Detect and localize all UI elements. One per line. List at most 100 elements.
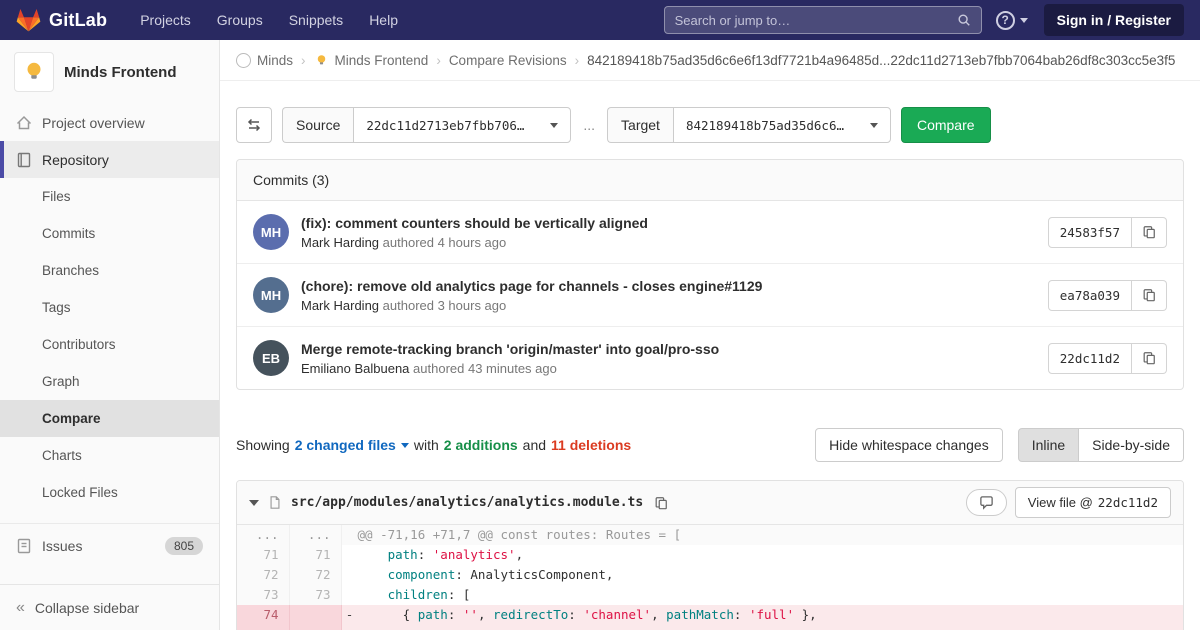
- collapse-sidebar-button[interactable]: « Collapse sidebar: [0, 584, 219, 630]
- and-label: and: [523, 437, 546, 453]
- commit-title-link[interactable]: Merge remote-tracking branch 'origin/mas…: [301, 341, 1048, 357]
- lightbulb-icon: [21, 59, 47, 85]
- breadcrumb-separator: ›: [436, 53, 441, 68]
- commit-info: Merge remote-tracking branch 'origin/mas…: [301, 341, 1048, 376]
- chevron-down-icon: [550, 123, 558, 128]
- diff-deleted-line: [237, 625, 1183, 630]
- diff-view-toggle: Inline Side-by-side: [1018, 428, 1184, 462]
- target-group: Target 842189418b75ad35d6c6…: [607, 107, 891, 143]
- old-line-number[interactable]: ...: [237, 525, 289, 545]
- comment-icon: [979, 495, 994, 510]
- sidebar-item-label: Compare: [42, 411, 101, 426]
- commit-sha-link[interactable]: 22dc11d2: [1048, 343, 1132, 374]
- old-line-number[interactable]: 72: [237, 565, 289, 585]
- commit-sha-link[interactable]: ea78a039: [1048, 280, 1132, 311]
- new-line-number[interactable]: [289, 605, 341, 625]
- commit-row: MH (fix): comment counters should be ver…: [237, 201, 1183, 264]
- copy-icon: [1142, 288, 1156, 302]
- commit-meta: Emiliano Balbuena authored 43 minutes ag…: [301, 361, 1048, 376]
- source-ref-dropdown[interactable]: 22dc11d2713eb7fbb706…: [353, 107, 571, 143]
- sign-in-button[interactable]: Sign in / Register: [1044, 4, 1184, 36]
- issues-count-badge: 805: [165, 537, 203, 555]
- diff-context-line: 72 72 component: AnalyticsComponent,: [237, 565, 1183, 585]
- copy-sha-button[interactable]: [1132, 217, 1167, 248]
- diff-line-content: component: AnalyticsComponent,: [341, 565, 1183, 585]
- commit-authored-ago: authored 4 hours ago: [383, 235, 507, 250]
- commit-sha-group: 24583f57: [1048, 217, 1167, 248]
- breadcrumb-group[interactable]: Minds: [236, 53, 293, 68]
- compare-button[interactable]: Compare: [901, 107, 991, 143]
- breadcrumb-label: Minds: [257, 53, 293, 68]
- sidebar-item-label: Contributors: [42, 337, 116, 352]
- sidebar-item-commits[interactable]: Commits: [0, 215, 219, 252]
- commit-info: (fix): comment counters should be vertic…: [301, 215, 1048, 250]
- commit-title-link[interactable]: (fix): comment counters should be vertic…: [301, 215, 1048, 231]
- breadcrumb-project[interactable]: Minds Frontend: [314, 53, 429, 68]
- old-line-number[interactable]: 74: [237, 605, 289, 625]
- old-line-number[interactable]: [237, 625, 289, 630]
- commit-author-link[interactable]: Mark Harding: [301, 298, 379, 313]
- target-ref-dropdown[interactable]: 842189418b75ad35d6c6…: [673, 107, 891, 143]
- breadcrumb-page[interactable]: Compare Revisions: [449, 53, 567, 68]
- nav-groups[interactable]: Groups: [204, 0, 276, 40]
- swap-revisions-button[interactable]: [236, 107, 272, 143]
- new-line-number[interactable]: 72: [289, 565, 341, 585]
- project-context[interactable]: Minds Frontend: [0, 40, 219, 104]
- commit-info: (chore): remove old analytics page for c…: [301, 278, 1048, 313]
- old-line-number[interactable]: 71: [237, 545, 289, 565]
- main-content: Minds › Minds Frontend › Compare Revisio…: [220, 40, 1200, 630]
- sidebar-item-charts[interactable]: Charts: [0, 437, 219, 474]
- copy-file-path-button[interactable]: [652, 494, 670, 512]
- diff-header-actions: View file @ 22dc11d2: [966, 487, 1171, 518]
- copy-sha-button[interactable]: [1132, 280, 1167, 311]
- sidebar-item-graph[interactable]: Graph: [0, 363, 219, 400]
- question-icon: ?: [996, 11, 1015, 30]
- target-label: Target: [607, 107, 673, 143]
- commit-author-link[interactable]: Emiliano Balbuena: [301, 361, 409, 376]
- side-by-side-view-button[interactable]: Side-by-side: [1078, 428, 1184, 462]
- new-line-number[interactable]: 73: [289, 585, 341, 605]
- sidebar-item-label: Issues: [42, 538, 82, 554]
- copy-sha-button[interactable]: [1132, 343, 1167, 374]
- sidebar-item-branches[interactable]: Branches: [0, 252, 219, 289]
- commit-sha-group: ea78a039: [1048, 280, 1167, 311]
- diff-line-content: [341, 625, 1183, 630]
- gitlab-logo[interactable]: GitLab: [16, 8, 107, 32]
- sidebar-item-issues[interactable]: Issues 805: [0, 524, 219, 568]
- nav-projects[interactable]: Projects: [127, 0, 204, 40]
- toggle-comments-button[interactable]: [966, 489, 1007, 516]
- home-icon: [16, 115, 32, 131]
- diff-file-path[interactable]: src/app/modules/analytics/analytics.modu…: [291, 495, 643, 510]
- collapse-diff-caret-icon[interactable]: [249, 500, 259, 506]
- commit-title-link[interactable]: (chore): remove old analytics page for c…: [301, 278, 1048, 294]
- commit-sha-link[interactable]: 24583f57: [1048, 217, 1132, 248]
- sidebar-item-compare[interactable]: Compare: [0, 400, 219, 437]
- sidebar-item-tags[interactable]: Tags: [0, 289, 219, 326]
- changed-files-dropdown[interactable]: 2 changed files: [295, 437, 409, 453]
- search-input[interactable]: [675, 13, 957, 28]
- sidebar-item-files[interactable]: Files: [0, 178, 219, 215]
- sidebar-item-locked-files[interactable]: Locked Files: [0, 474, 219, 511]
- sidebar-item-repository[interactable]: Repository: [0, 141, 219, 178]
- issues-icon: [16, 538, 32, 554]
- breadcrumb-label: Compare Revisions: [449, 53, 567, 68]
- sidebar-item-project-overview[interactable]: Project overview: [0, 104, 219, 141]
- hide-whitespace-button[interactable]: Hide whitespace changes: [815, 428, 1003, 462]
- new-line-number[interactable]: 71: [289, 545, 341, 565]
- help-menu[interactable]: ?: [996, 11, 1028, 30]
- view-file-button[interactable]: View file @ 22dc11d2: [1015, 487, 1171, 518]
- showing-label: Showing: [236, 437, 290, 453]
- new-line-number[interactable]: [289, 625, 341, 630]
- nav-help[interactable]: Help: [356, 0, 411, 40]
- commit-meta: Mark Harding authored 4 hours ago: [301, 235, 1048, 250]
- sidebar-item-contributors[interactable]: Contributors: [0, 326, 219, 363]
- source-ref-value: 22dc11d2713eb7fbb706…: [366, 118, 524, 133]
- nav-snippets[interactable]: Snippets: [276, 0, 356, 40]
- commit-meta: Mark Harding authored 3 hours ago: [301, 298, 1048, 313]
- old-line-number[interactable]: 73: [237, 585, 289, 605]
- inline-view-button[interactable]: Inline: [1018, 428, 1079, 462]
- commit-author-link[interactable]: Mark Harding: [301, 235, 379, 250]
- search-box: [664, 6, 982, 34]
- breadcrumb: Minds › Minds Frontend › Compare Revisio…: [220, 40, 1200, 81]
- new-line-number[interactable]: ...: [289, 525, 341, 545]
